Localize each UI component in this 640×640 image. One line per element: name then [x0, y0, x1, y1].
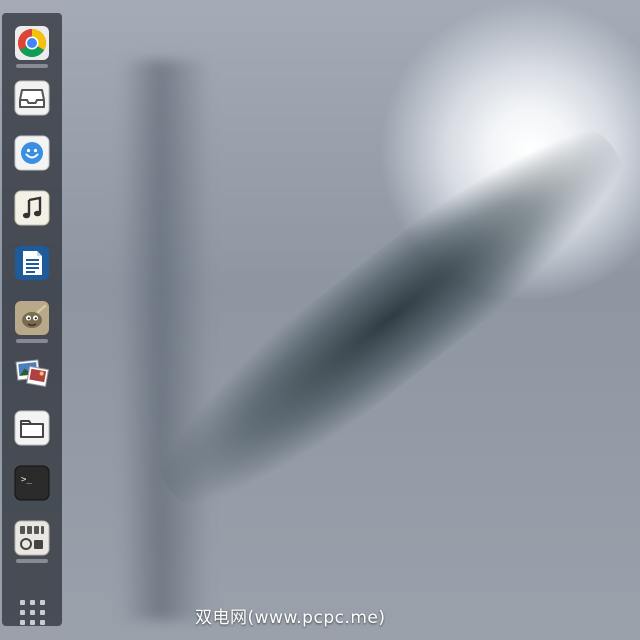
- dock-item-files[interactable]: [14, 410, 50, 446]
- dock-item-settings[interactable]: [14, 520, 50, 556]
- settings-mixer-icon: [14, 520, 50, 556]
- wallpaper: [0, 0, 640, 640]
- running-indicator: [16, 559, 48, 563]
- dock-item-music[interactable]: [14, 190, 50, 226]
- dock-item-image-viewer[interactable]: [14, 355, 50, 391]
- dock-item-documents[interactable]: [14, 245, 50, 281]
- dock-item-gimp[interactable]: [14, 300, 50, 336]
- running-indicator: [16, 339, 48, 343]
- music-note-icon: [14, 190, 50, 226]
- wallpaper-stalk-back: [120, 60, 210, 620]
- dock-item-chrome[interactable]: [14, 25, 50, 61]
- apps-grid-button[interactable]: [20, 600, 46, 626]
- smiley-icon: [14, 135, 50, 171]
- dock-item-terminal[interactable]: >_: [14, 465, 50, 501]
- running-indicator: [16, 64, 48, 68]
- photos-icon: [15, 359, 50, 388]
- dock-item-messenger[interactable]: [14, 135, 50, 171]
- gimp-icon: [15, 301, 49, 335]
- terminal-prompt: >_: [21, 475, 32, 485]
- desktop: { "dock": { "items": [ {"name": "chrome"…: [0, 0, 640, 640]
- folder-icon: [14, 410, 50, 446]
- dock: >_: [2, 13, 62, 626]
- dock-item-mail[interactable]: [14, 80, 50, 116]
- terminal-icon: >_: [14, 465, 50, 501]
- document-icon: [15, 246, 49, 280]
- inbox-tray-icon: [14, 80, 50, 116]
- chrome-icon: [15, 26, 49, 60]
- watermark-text: 双电网(www.pcpc.me): [195, 608, 386, 628]
